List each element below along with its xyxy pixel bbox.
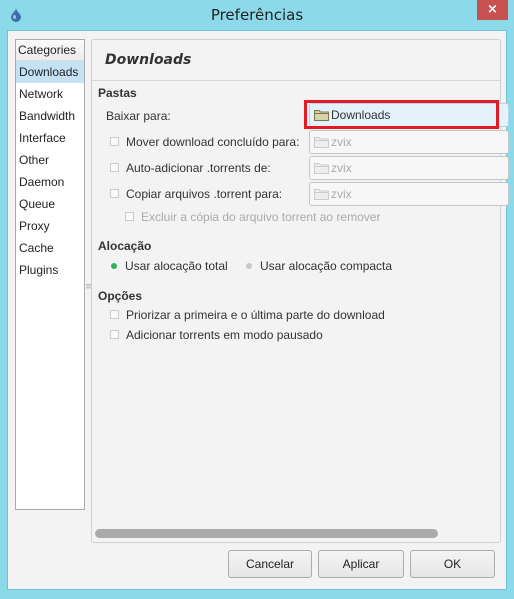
categories-header: Categories (16, 40, 84, 61)
sidebar-item-cache[interactable]: Cache (16, 237, 84, 259)
move-completed-label: Mover download concluído para: (126, 135, 300, 149)
prioritize-row[interactable]: Priorizar a primeira e o última parte do… (110, 308, 385, 322)
download-folder-chooser[interactable]: Downloads (309, 103, 509, 127)
copy-torrent-label: Copiar arquivos .torrent para: (126, 187, 283, 201)
page-title: Downloads (105, 52, 192, 68)
sidebar-item-queue[interactable]: Queue (16, 193, 84, 215)
folders-heading: Pastas (98, 86, 137, 100)
delete-copy-label: Excluir a cópia do arquivo torrent ao re… (141, 210, 381, 224)
categories-list: Categories Downloads Network Bandwidth I… (15, 39, 85, 510)
download-folder-value: Downloads (331, 108, 391, 122)
folder-icon (314, 163, 329, 174)
dialog-client-area: Categories Downloads Network Bandwidth I… (7, 30, 509, 590)
cancel-button[interactable]: Cancelar (228, 550, 312, 578)
apply-button[interactable]: Aplicar (318, 550, 404, 578)
sidebar-item-proxy[interactable]: Proxy (16, 215, 84, 237)
sidebar-item-plugins[interactable]: Plugins (16, 259, 84, 281)
auto-add-folder-value: zvix (331, 161, 352, 175)
move-completed-folder-chooser[interactable]: zvix (309, 130, 509, 154)
add-paused-label: Adicionar torrents em modo pausado (126, 328, 323, 342)
prioritize-label: Priorizar a primeira e o última parte do… (126, 308, 385, 322)
sidebar-item-daemon[interactable]: Daemon (16, 171, 84, 193)
full-allocation-label: Usar alocação total (125, 259, 228, 273)
move-completed-folder-value: zvix (331, 135, 352, 149)
compact-allocation-label: Usar alocação compacta (260, 259, 393, 273)
add-paused-checkbox[interactable] (110, 330, 119, 340)
ok-button[interactable]: OK (410, 550, 495, 578)
allocation-heading: Alocação (98, 239, 152, 253)
auto-add-row[interactable]: Auto-adicionar .torrents de: (110, 161, 271, 175)
move-completed-checkbox[interactable] (110, 137, 119, 147)
full-allocation-option[interactable]: Usar alocação total (111, 259, 228, 273)
copy-torrent-folder-value: zvix (331, 187, 352, 201)
close-icon: × (487, 2, 498, 17)
title-divider (92, 80, 500, 81)
download-to-label: Baixar para: (106, 109, 171, 123)
folder-icon (314, 189, 329, 200)
window-title: Preferências (210, 6, 304, 24)
compact-allocation-option[interactable]: Usar alocação compacta (246, 259, 392, 273)
add-paused-row[interactable]: Adicionar torrents em modo pausado (110, 328, 323, 342)
copy-torrent-row[interactable]: Copiar arquivos .torrent para: (110, 187, 282, 201)
sidebar-item-bandwidth[interactable]: Bandwidth (16, 105, 84, 127)
auto-add-label: Auto-adicionar .torrents de: (126, 161, 271, 175)
auto-add-checkbox[interactable] (110, 163, 119, 173)
auto-add-folder-chooser[interactable]: zvix (309, 156, 509, 180)
move-completed-row[interactable]: Mover download concluído para: (110, 135, 299, 149)
compact-allocation-radio[interactable] (246, 262, 252, 269)
settings-panel: Downloads Pastas Baixar para: Downloads … (91, 39, 509, 543)
full-allocation-radio[interactable] (111, 262, 117, 269)
options-heading: Opções (98, 289, 143, 303)
copy-torrent-checkbox[interactable] (110, 189, 119, 199)
delete-copy-row[interactable]: Excluir a cópia do arquivo torrent ao re… (125, 210, 380, 224)
copy-torrent-folder-chooser[interactable]: zvix (309, 182, 509, 206)
delete-copy-checkbox[interactable] (125, 212, 134, 222)
close-button[interactable]: × (477, 0, 508, 20)
sidebar-item-downloads[interactable]: Downloads (16, 61, 84, 83)
sidebar-item-interface[interactable]: Interface (16, 127, 84, 149)
folder-icon (314, 137, 329, 148)
sidebar-item-other[interactable]: Other (16, 149, 84, 171)
folder-icon (314, 110, 329, 121)
horizontal-scrollbar[interactable] (95, 529, 438, 538)
sidebar-item-network[interactable]: Network (16, 83, 84, 105)
title-bar: Preferências × (0, 0, 514, 30)
prioritize-checkbox[interactable] (110, 310, 119, 320)
